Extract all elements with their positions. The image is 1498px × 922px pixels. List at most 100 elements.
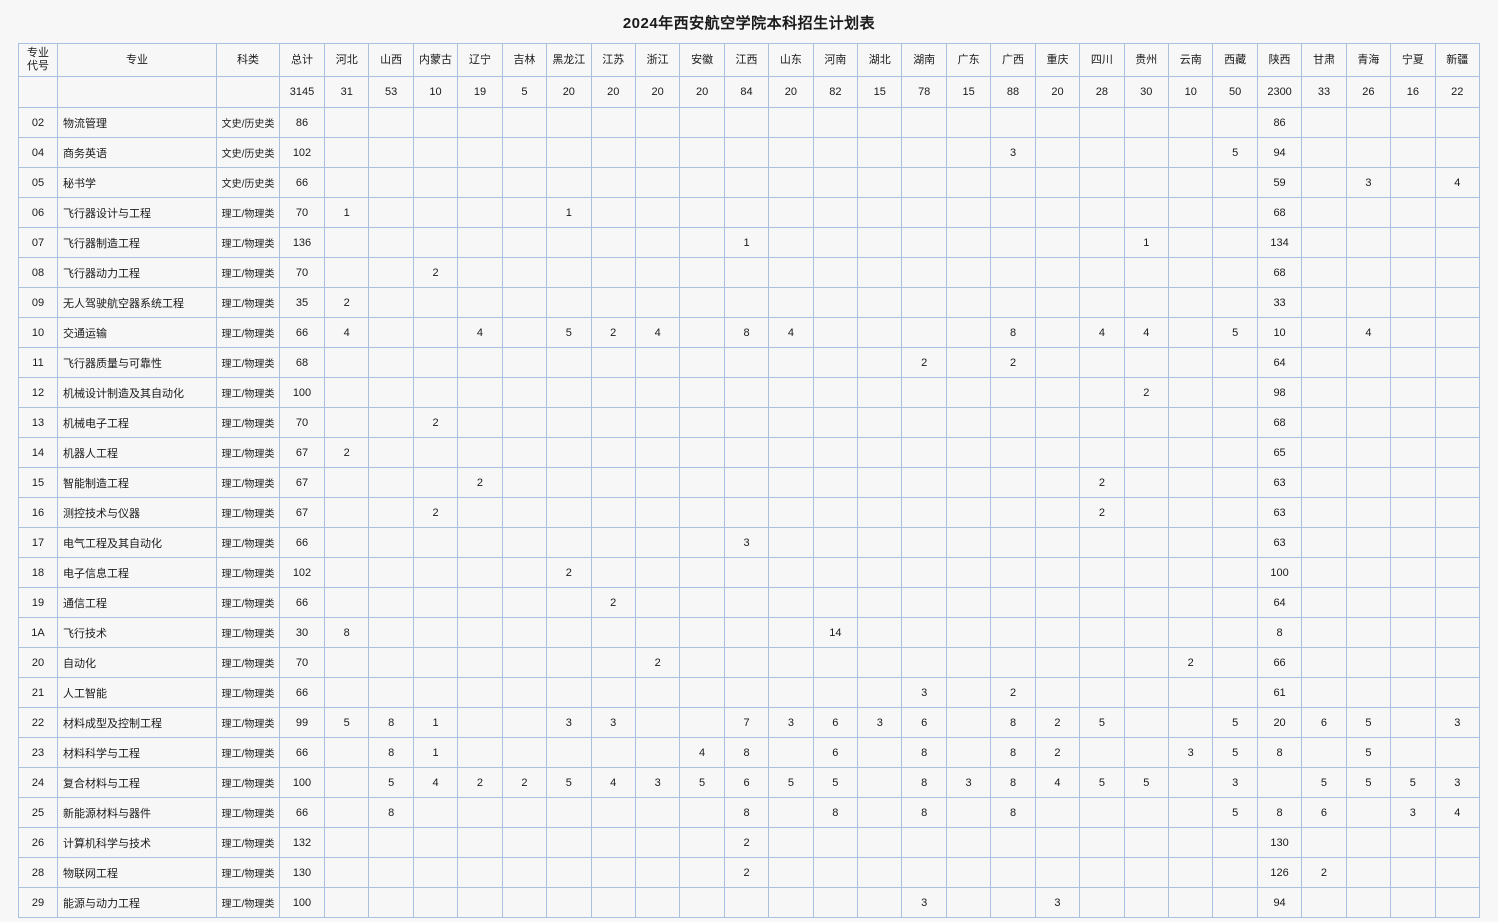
cell-province-quota	[1390, 887, 1436, 918]
cell-province-quota: 3	[990, 137, 1036, 168]
table-row: 04 商务英语 文史/历史类 102 3 5 94	[18, 137, 1481, 168]
cell-major-name: 飞行器制造工程	[57, 227, 217, 258]
cell-province-quota: 126	[1256, 857, 1303, 888]
cell-province-quota	[857, 317, 903, 348]
cell-province-quota	[1390, 137, 1436, 168]
cell-category: 理工/物理类	[216, 377, 280, 408]
cell-province-quota	[945, 407, 992, 438]
cell-province-quota	[901, 557, 947, 588]
cell-province-quota	[857, 347, 903, 378]
cell-category: 理工/物理类	[216, 617, 280, 648]
cell-major-code: 10	[18, 317, 58, 348]
cell-province-quota	[768, 137, 814, 168]
cell-province-quota: 2	[590, 317, 636, 348]
cell-province-quota	[1034, 107, 1081, 138]
header-province: 山东	[768, 43, 814, 77]
cell-province-quota: 5	[1212, 317, 1258, 348]
cell-province-quota	[1345, 137, 1392, 168]
cell-province-quota	[323, 737, 370, 768]
cell-province-quota	[723, 887, 770, 918]
cell-province-quota	[679, 257, 725, 288]
cell-province-quota: 5	[1212, 137, 1258, 168]
cell-province-quota	[857, 737, 903, 768]
cell-province-quota	[501, 437, 548, 468]
cell-total: 100	[279, 377, 325, 408]
cell-province-quota	[457, 167, 503, 198]
cell-province-quota	[457, 377, 503, 408]
cell-province-quota	[1123, 737, 1170, 768]
cell-province-quota	[1168, 887, 1214, 918]
cell-province-quota	[901, 587, 947, 618]
cell-province-quota	[1168, 347, 1214, 378]
cell-province-quota	[1212, 377, 1258, 408]
cell-province-quota	[1034, 617, 1081, 648]
table-row: 21 人工智能 理工/物理类 66 3 2 61	[18, 677, 1481, 708]
table-header: 专业 代号 专业 科类 总计 河北 山西 内蒙古 辽宁 吉林 黑龙江 江苏 浙江 安徽 江西 山东河…	[18, 43, 1481, 77]
cell-major-name: 人工智能	[57, 677, 217, 708]
cell-province-quota	[857, 107, 903, 138]
cell-province-quota: 82	[812, 76, 859, 108]
cell-province-quota	[1212, 557, 1258, 588]
cell-category: 理工/物理类	[216, 737, 280, 768]
cell-province-quota	[857, 377, 903, 408]
cell-province-quota	[412, 197, 459, 228]
cell-province-quota	[1212, 617, 1258, 648]
cell-province-quota	[1301, 587, 1347, 618]
cell-province-quota	[1034, 857, 1081, 888]
header-province: 河北	[323, 43, 370, 77]
cell-province-quota: 94	[1256, 887, 1303, 918]
cell-province-quota	[857, 557, 903, 588]
cell-province-quota	[1034, 557, 1081, 588]
cell-total: 35	[279, 287, 325, 318]
cell-major-code: 20	[18, 647, 58, 678]
cell-province-quota	[945, 497, 992, 528]
cell-province-quota	[857, 767, 903, 798]
cell-province-quota	[1123, 617, 1170, 648]
cell-total: 136	[279, 227, 325, 258]
cell-province-quota	[323, 797, 370, 828]
cell-province-quota	[1079, 377, 1125, 408]
cell-province-quota	[901, 497, 947, 528]
cell-province-quota	[1212, 827, 1258, 858]
cell-province-quota: 6	[1301, 797, 1347, 828]
cell-province-quota	[1390, 707, 1436, 738]
cell-province-quota	[501, 167, 548, 198]
cell-province-quota	[723, 437, 770, 468]
cell-province-quota	[1168, 527, 1214, 558]
cell-province-quota	[590, 347, 636, 378]
cell-province-quota	[590, 557, 636, 588]
cell-province-quota	[1168, 167, 1214, 198]
cell-province-quota	[1212, 227, 1258, 258]
cell-province-quota	[1301, 617, 1347, 648]
cell-province-quota	[768, 227, 814, 258]
cell-province-quota	[945, 347, 992, 378]
cell-province-quota	[768, 647, 814, 678]
cell-province-quota: 33	[1301, 76, 1347, 108]
cell-province-quota	[857, 257, 903, 288]
cell-category: 理工/物理类	[216, 587, 280, 618]
cell-province-quota	[1123, 797, 1170, 828]
cell-province-quota	[1079, 287, 1125, 318]
cell-province-quota	[1212, 167, 1258, 198]
cell-province-quota	[368, 197, 414, 228]
cell-province-quota	[1079, 617, 1125, 648]
cell-province-quota	[723, 287, 770, 318]
cell-province-quota	[634, 227, 681, 258]
cell-major-name: 材料成型及控制工程	[57, 707, 217, 738]
header-province: 安徽	[679, 43, 725, 77]
cell-province-quota	[990, 857, 1036, 888]
cell-province-quota	[945, 167, 992, 198]
cell-province-quota	[634, 797, 681, 828]
cell-province-quota	[412, 437, 459, 468]
cell-province-quota: 26	[1345, 76, 1392, 108]
cell-major-code	[18, 76, 58, 108]
cell-province-quota	[857, 467, 903, 498]
cell-province-quota	[1079, 857, 1125, 888]
cell-province-quota	[945, 467, 992, 498]
cell-province-quota	[1390, 677, 1436, 708]
cell-province-quota	[1123, 197, 1170, 228]
cell-province-quota	[501, 797, 548, 828]
cell-province-quota	[1212, 647, 1258, 678]
cell-total: 130	[279, 857, 325, 888]
cell-province-quota	[679, 197, 725, 228]
